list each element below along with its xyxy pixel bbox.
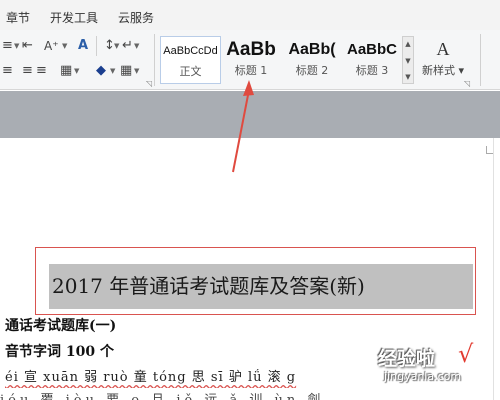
watermark-url: jingyanla.com (384, 370, 462, 383)
annotation-arrow (232, 80, 254, 173)
arrow-shaft (232, 89, 250, 173)
watermark-check-icon: √ (458, 340, 474, 368)
watermark-logo: 经验啦 (378, 348, 436, 370)
arrow-head (243, 80, 254, 96)
